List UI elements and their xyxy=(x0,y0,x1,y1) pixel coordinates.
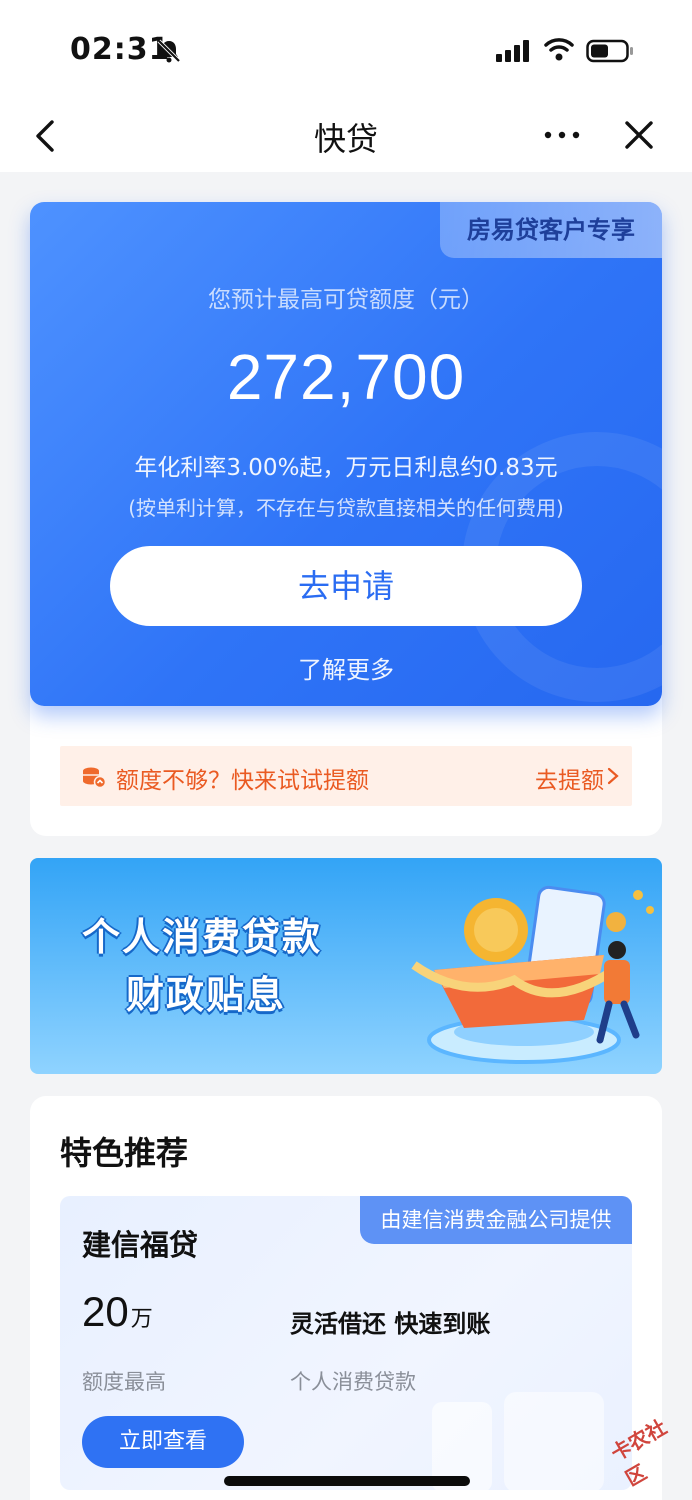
raise-limit-link[interactable]: 去提额 xyxy=(535,761,604,795)
fortune-watermark-icon xyxy=(432,1392,604,1490)
product-quota: 20万 xyxy=(82,1288,153,1336)
product-quota-value: 20 xyxy=(82,1288,129,1335)
interest-rate-text: 年化利率3.00%起，万元日利息约0.83元 xyxy=(134,455,558,481)
raise-limit-tip[interactable]: 额度不够？快来试试提额 去提额 xyxy=(60,746,632,806)
gift-box-illustration xyxy=(411,885,654,1064)
status-bar: 02:31 xyxy=(0,0,692,100)
quota-amount-label: 您预计最高可贷额度（元） xyxy=(208,287,484,313)
product-card[interactable]: 由建信消费金融公司提供 建信福贷 20万 额度最高 灵活借还 快速到账 个人消费… xyxy=(60,1196,632,1490)
chevron-right-icon xyxy=(607,767,619,785)
raise-limit-text: 额度不够？快来试试提额 xyxy=(116,768,369,794)
loan-quota-card: 房易贷客户专享 您预计最高可贷额度（元） 272,700 年化利率3.00%起，… xyxy=(30,202,662,706)
page-title: 快贷 xyxy=(313,120,378,158)
view-now-button[interactable]: 立即查看 xyxy=(82,1416,244,1468)
banner-title-line2: 财政贴息 xyxy=(126,973,287,1017)
bell-muted-icon xyxy=(157,39,181,63)
battery-icon xyxy=(586,39,633,63)
apply-button[interactable]: 去申请 xyxy=(110,546,582,626)
wifi-icon xyxy=(544,38,574,61)
more-icon[interactable] xyxy=(540,120,584,150)
customer-exclusive-badge: 房易贷客户专享 xyxy=(440,202,662,258)
coins-icon xyxy=(83,767,106,789)
featured-title: 特色推荐 xyxy=(60,1134,189,1172)
provider-tag: 由建信消费金融公司提供 xyxy=(360,1196,632,1244)
product-name: 建信福贷 xyxy=(82,1228,199,1262)
banner-title-line1: 个人消费贷款 xyxy=(82,915,323,959)
close-icon[interactable] xyxy=(618,114,660,156)
nav-bar: 快贷 xyxy=(0,100,692,172)
product-slogan: 灵活借还 快速到账 xyxy=(290,1310,491,1338)
quota-amount: 272,700 xyxy=(226,341,466,413)
interest-rate-note: (按单利计算，不存在与贷款直接相关的任何费用) xyxy=(128,496,564,520)
cellular-signal-icon xyxy=(496,38,529,62)
learn-more-link[interactable]: 了解更多 xyxy=(30,650,662,685)
subsidy-banner[interactable]: 个人消费贷款 财政贴息 xyxy=(30,858,662,1074)
home-indicator xyxy=(224,1476,470,1486)
product-category: 个人消费贷款 xyxy=(290,1370,416,1394)
featured-section: 特色推荐 由建信消费金融公司提供 建信福贷 20万 额度最高 灵活借还 快速到账… xyxy=(30,1096,662,1500)
product-quota-unit: 万 xyxy=(130,1306,153,1331)
product-quota-label: 额度最高 xyxy=(82,1370,166,1394)
